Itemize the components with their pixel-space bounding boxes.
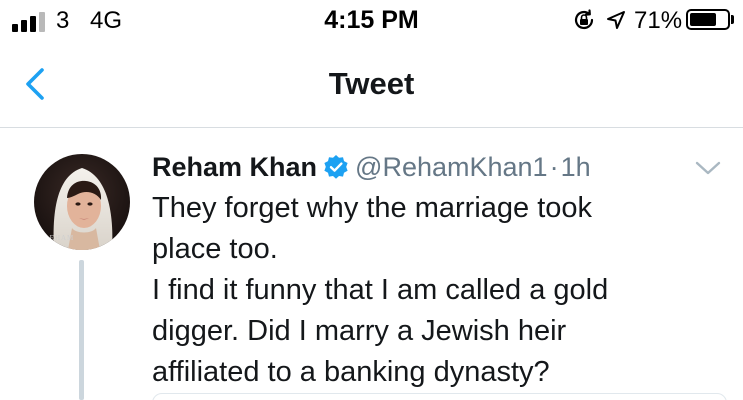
tweet-detail-screen: 3 4G 4:15 PM 71% Tweet REHAM Reham Khan …: [0, 0, 743, 400]
avatar-image: REHAM: [34, 154, 130, 250]
verified-badge-icon: [324, 155, 348, 179]
battery-percent: 71%: [634, 7, 683, 34]
battery-icon: [686, 9, 730, 30]
battery-tip: [731, 15, 734, 24]
nav-bar: Tweet: [0, 42, 743, 128]
tweet-text-line: I find it funny that I am called a gold: [152, 274, 609, 306]
tweet-timestamp: 1h: [560, 152, 591, 182]
dot-separator: ·: [549, 152, 559, 182]
tweet-text-line: place too.: [152, 233, 278, 265]
rotation-lock-icon: [574, 9, 594, 30]
status-bar: 3 4G 4:15 PM 71%: [0, 0, 743, 42]
avatar[interactable]: REHAM: [34, 154, 130, 250]
chevron-down-icon[interactable]: [694, 158, 722, 178]
tweet-text-line: digger. Did I marry a Jewish heir: [152, 315, 567, 347]
location-arrow-icon: [607, 11, 625, 29]
user-handle[interactable]: @RehamKhan1: [355, 152, 548, 182]
tweet-header: Reham Khan @RehamKhan1·1h: [152, 150, 591, 184]
status-time: 4:15 PM: [324, 6, 419, 34]
quoted-tweet-card[interactable]: [152, 393, 727, 400]
avatar-watermark: REHAM: [44, 234, 74, 242]
thread-line: [79, 260, 84, 400]
display-name[interactable]: Reham Khan: [152, 152, 317, 182]
page-title: Tweet: [328, 66, 415, 101]
tweet-text-line: They forget why the marriage took: [152, 192, 593, 224]
tweet-text-line: affiliated to a banking dynasty?: [152, 356, 550, 388]
battery-level-fill: [690, 13, 716, 26]
tweet-text: They forget why the marriage took place …: [152, 188, 727, 393]
